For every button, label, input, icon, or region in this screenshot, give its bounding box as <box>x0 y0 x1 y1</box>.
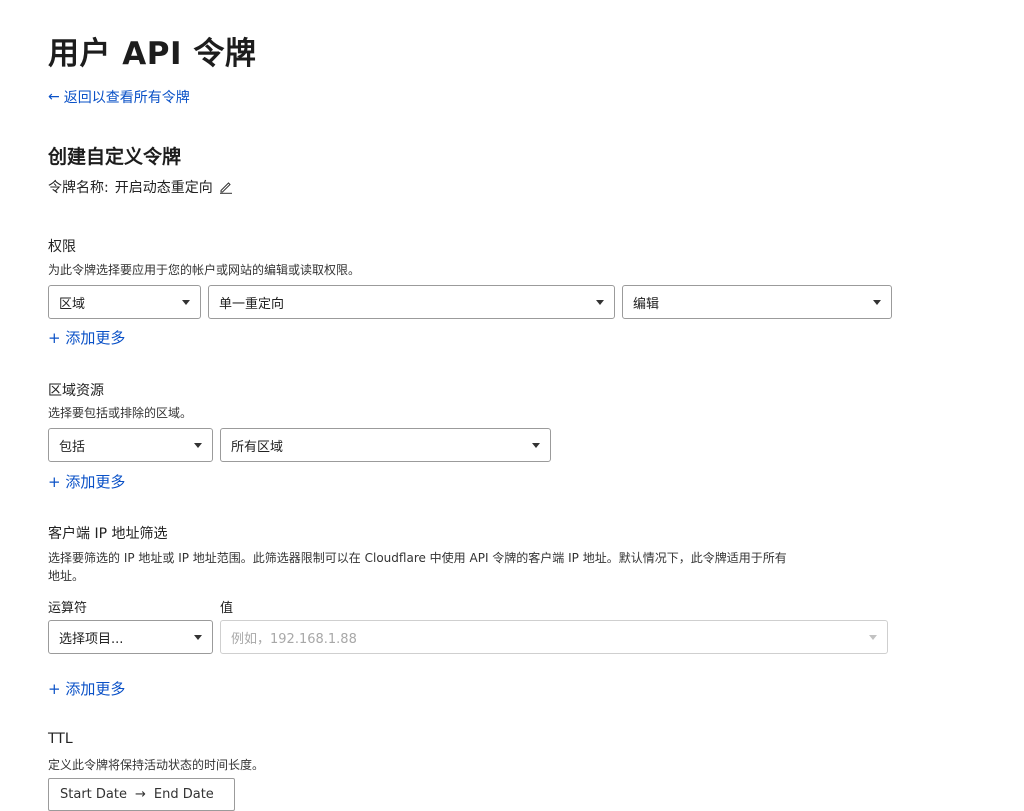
section-title: 创建自定义令牌 <box>48 146 182 168</box>
chevron-down-icon <box>194 443 202 448</box>
arrow-right-icon: → <box>134 787 146 802</box>
arrow-left-icon: ← <box>48 89 60 105</box>
operator-select-value: 选择项目... <box>59 631 124 647</box>
permissions-description: 为此令牌选择要应用于您的帐户或网站的编辑或读取权限。 <box>48 263 361 277</box>
permission-scope-select[interactable]: 区域 <box>48 285 201 319</box>
ip-filter-label: 客户端 IP 地址筛选 <box>48 526 168 542</box>
end-date-field[interactable]: End Date <box>154 787 214 802</box>
page-title: 用户 API 令牌 <box>48 36 257 72</box>
operator-label: 运算符 <box>48 601 88 616</box>
ttl-label: TTL <box>48 731 73 747</box>
pencil-icon[interactable] <box>219 180 233 194</box>
page: 用户 API 令牌 ← 返回以查看所有令牌 创建自定义令牌 令牌名称: 开启动态… <box>0 0 1024 811</box>
chevron-down-icon <box>869 635 877 640</box>
permission-level-select[interactable]: 编辑 <box>622 285 892 319</box>
permissions-label: 权限 <box>48 239 76 255</box>
ip-filter-description-line1: 选择要筛选的 IP 地址或 IP 地址范围。此筛选器限制可以在 Cloudfla… <box>48 551 787 565</box>
zone-add-more-link[interactable]: + 添加更多 <box>48 471 125 492</box>
zone-resources-label: 区域资源 <box>48 383 104 399</box>
operator-select[interactable]: 选择项目... <box>48 620 213 654</box>
zone-target-select[interactable]: 所有区域 <box>220 428 551 462</box>
permission-item-select[interactable]: 单一重定向 <box>208 285 615 319</box>
value-label: 值 <box>220 601 234 616</box>
chevron-down-icon <box>194 635 202 640</box>
token-name-label: 令牌名称: <box>48 180 109 196</box>
ip-filter-add-more-link[interactable]: + 添加更多 <box>48 678 125 699</box>
zone-target-value: 所有区域 <box>231 439 284 455</box>
ip-value-input[interactable]: 例如，192.168.1.88 <box>220 620 888 654</box>
zone-resources-description: 选择要包括或排除的区域。 <box>48 406 193 420</box>
chevron-down-icon <box>873 300 881 305</box>
ip-filter-description-line2: 地址。 <box>48 569 85 583</box>
ttl-description: 定义此令牌将保持活动状态的时间长度。 <box>48 758 265 772</box>
start-date-field[interactable]: Start Date <box>60 787 127 802</box>
back-to-tokens-link[interactable]: ← 返回以查看所有令牌 <box>48 87 190 107</box>
chevron-down-icon <box>182 300 190 305</box>
permission-item-value: 单一重定向 <box>219 296 285 312</box>
ip-value-placeholder: 例如，192.168.1.88 <box>231 631 357 647</box>
permission-level-value: 编辑 <box>633 296 660 312</box>
back-link-label: 返回以查看所有令牌 <box>63 90 190 106</box>
token-name-value: 开启动态重定向 <box>114 180 213 196</box>
zone-include-select[interactable]: 包括 <box>48 428 213 462</box>
chevron-down-icon <box>532 443 540 448</box>
zone-include-value: 包括 <box>59 439 86 455</box>
permissions-add-more-link[interactable]: + 添加更多 <box>48 327 125 348</box>
chevron-down-icon <box>596 300 604 305</box>
permission-scope-value: 区域 <box>59 296 86 312</box>
ttl-date-range-picker[interactable]: Start Date → End Date <box>48 778 235 811</box>
token-name-row: 令牌名称: 开启动态重定向 <box>48 177 233 197</box>
